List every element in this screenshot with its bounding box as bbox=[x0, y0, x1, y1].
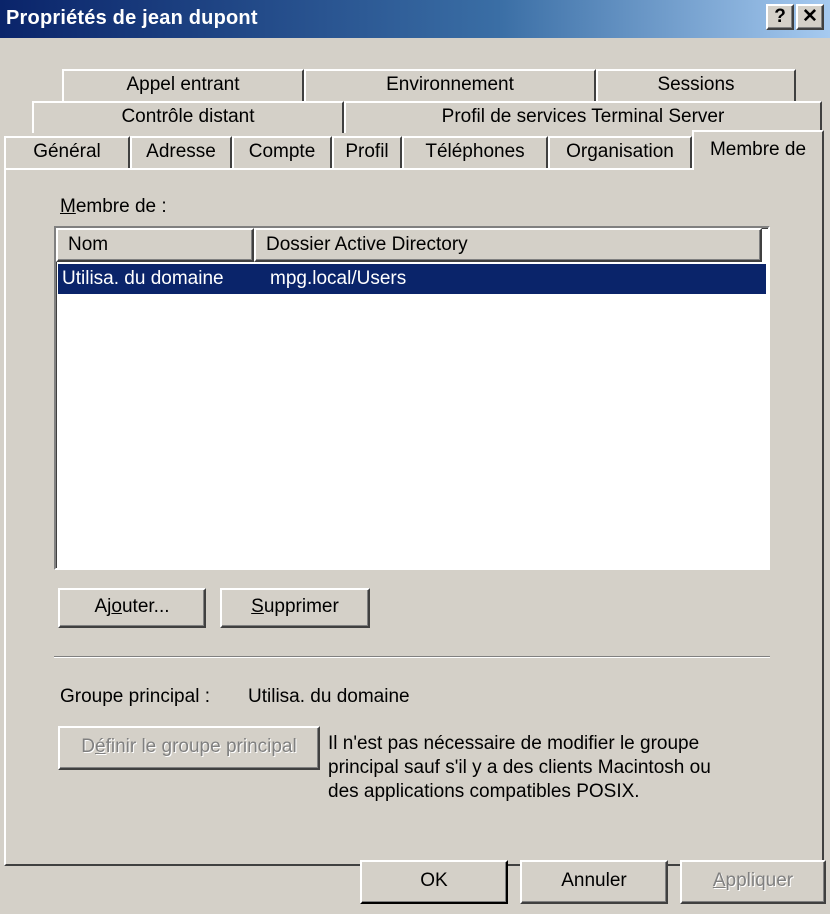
tab-controle-distant[interactable]: Contrôle distant bbox=[32, 101, 344, 133]
tab-adresse[interactable]: Adresse bbox=[130, 136, 232, 168]
tab-profil[interactable]: Profil bbox=[332, 136, 402, 168]
tab-sessions[interactable]: Sessions bbox=[596, 69, 796, 101]
table-row[interactable]: Utilisa. du domaine mpg.local/Users bbox=[58, 264, 766, 294]
apply-button[interactable]: Appliquer bbox=[680, 860, 826, 904]
tab-general[interactable]: Général bbox=[4, 136, 130, 168]
row-folder: mpg.local/Users bbox=[270, 268, 407, 289]
groups-list[interactable]: Nom Dossier Active Directory Utilisa. du… bbox=[54, 226, 770, 570]
tab-appel-entrant[interactable]: Appel entrant bbox=[62, 69, 304, 101]
tab-profil-terminal-server[interactable]: Profil de services Terminal Server bbox=[344, 101, 822, 133]
close-button[interactable]: ✕ bbox=[796, 4, 824, 30]
help-button[interactable]: ? bbox=[766, 4, 794, 30]
ok-button[interactable]: OK bbox=[360, 860, 508, 904]
close-icon: ✕ bbox=[802, 6, 818, 27]
tab-organisation[interactable]: Organisation bbox=[548, 136, 692, 168]
remove-button[interactable]: Supprimer bbox=[220, 588, 370, 628]
tab-compte[interactable]: Compte bbox=[232, 136, 332, 168]
column-header-folder[interactable]: Dossier Active Directory bbox=[254, 228, 762, 262]
tab-telephones[interactable]: Téléphones bbox=[402, 136, 548, 168]
column-header-name[interactable]: Nom bbox=[56, 228, 254, 262]
primary-group-note: Il n'est pas nécessaire de modifier le g… bbox=[328, 733, 711, 802]
row-name: Utilisa. du domaine bbox=[62, 268, 224, 289]
tab-environnement[interactable]: Environnement bbox=[304, 69, 596, 101]
title-bar: Propriétés de jean dupont ? ✕ bbox=[0, 0, 830, 38]
window-title: Propriétés de jean dupont bbox=[6, 7, 258, 29]
tab-membre-de[interactable]: Membre de bbox=[692, 130, 824, 170]
primary-group-label: Groupe principal : bbox=[60, 686, 210, 707]
member-of-label: Membre de : bbox=[60, 196, 167, 217]
primary-group-value: Utilisa. du domaine bbox=[248, 686, 410, 707]
separator bbox=[54, 656, 770, 658]
cancel-button[interactable]: Annuler bbox=[520, 860, 668, 904]
set-primary-group-button[interactable]: Définir le groupe principal bbox=[58, 726, 320, 770]
add-button[interactable]: Ajouter... bbox=[58, 588, 206, 628]
